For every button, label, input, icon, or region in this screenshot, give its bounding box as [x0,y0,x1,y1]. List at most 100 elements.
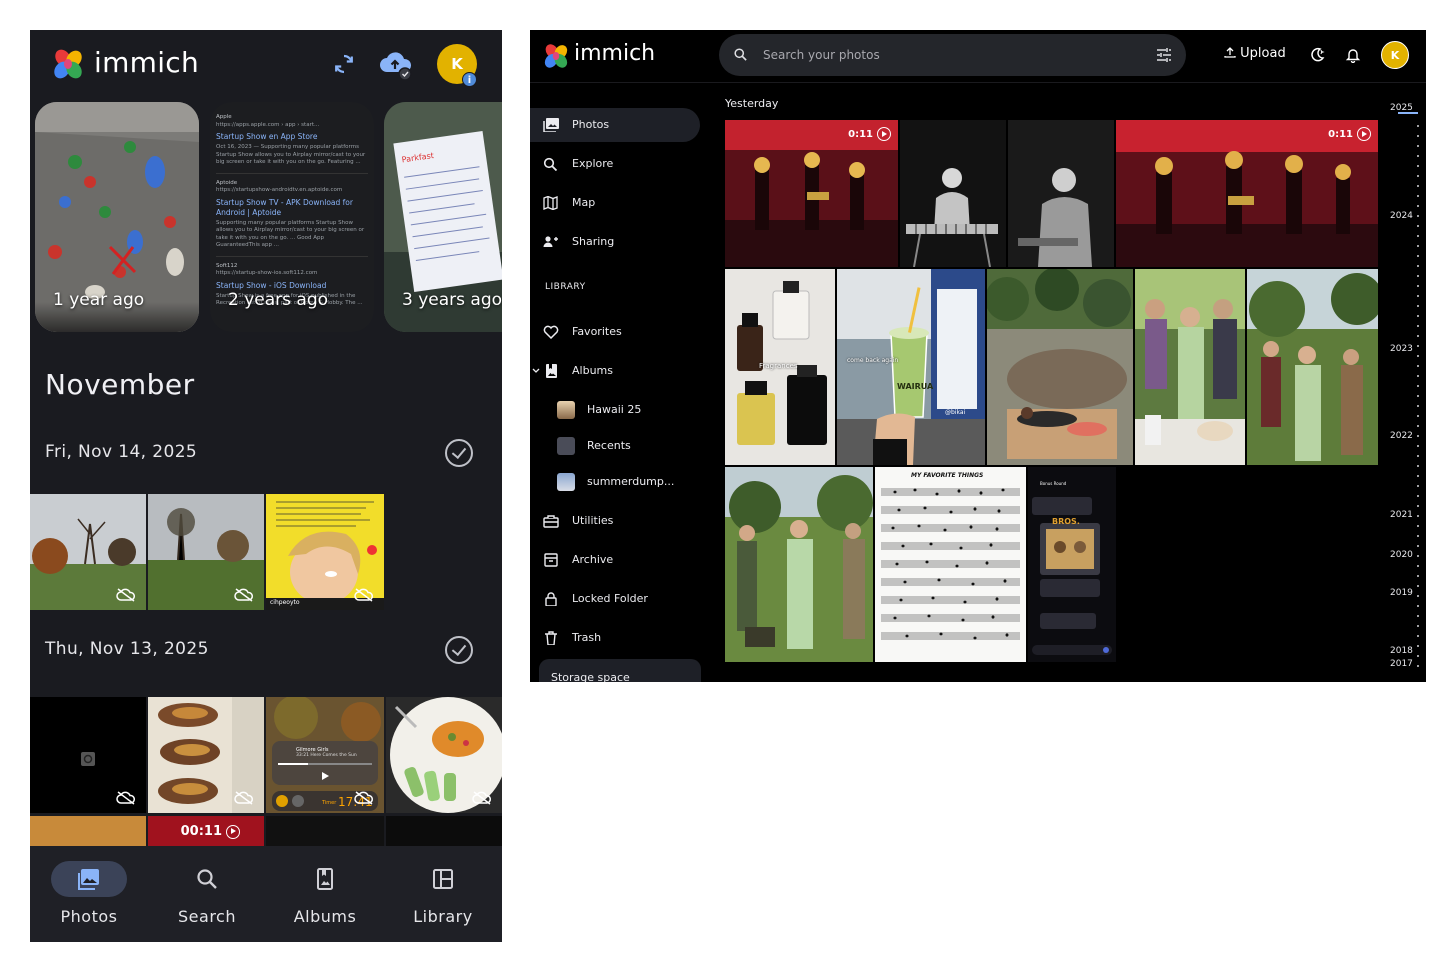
map-icon [543,196,558,210]
nav-library[interactable]: Library [384,846,502,942]
timeline-month-dot [1417,295,1419,297]
sidebar-item-photos[interactable]: Photos [530,108,700,142]
desktop-app-window: immich Upload K Photos Explore Map Shari… [530,30,1426,682]
memory-card-1-year[interactable]: 1 year ago [35,102,199,332]
photo-thumbnail[interactable] [900,120,1006,267]
immich-logo-icon [54,49,82,79]
timeline-year[interactable]: 2019 [1390,588,1413,598]
photo-thumbnail[interactable] [1247,269,1378,465]
timeline-month-dot [1417,455,1419,457]
photo-thumbnail[interactable] [725,467,873,662]
photo-thumbnail[interactable]: Gilmore Girls 33:21 Here Comes the Sun T… [266,697,384,813]
sidebar-item-utilities[interactable]: Utilities [530,504,700,538]
timeline-month-dot [1417,525,1419,527]
photo-thumbnail[interactable] [386,816,502,846]
nav-photos[interactable]: Photos [30,846,148,942]
photo-thumbnail[interactable]: cihpeoyto [266,494,384,610]
photo-thumbnail[interactable] [386,697,502,813]
album-thumbnail [557,401,575,419]
sidebar-label: Trash [572,631,602,644]
sidebar-item-albums[interactable]: Albums [530,354,700,388]
timeline-month-dot [1417,155,1419,157]
timeline-year[interactable]: 2017 [1390,659,1413,669]
timeline-month-dot [1417,165,1419,167]
sidebar-item-explore[interactable]: Explore [530,147,700,181]
timeline-month-dot [1417,655,1419,657]
chevron-down-icon[interactable] [532,367,540,375]
info-badge-icon: i [462,72,477,87]
photo-thumbnail[interactable] [1008,120,1114,267]
sidebar-item-sharing[interactable]: Sharing [530,225,700,259]
timeline-year[interactable]: 2023 [1390,344,1413,354]
sidebar-item-favorites[interactable]: Favorites [530,315,700,349]
theme-toggle-icon[interactable] [1309,47,1325,63]
photo-thumbnail[interactable] [987,269,1133,465]
user-avatar[interactable]: K [1381,41,1409,69]
photo-thumbnail[interactable] [148,697,264,813]
upload-icon [1224,47,1236,58]
keyboard-player-bw-image [900,120,1006,267]
photo-thumbnail[interactable] [266,816,384,846]
select-day-check-icon[interactable] [445,439,473,467]
nav-search[interactable]: Search [148,846,266,942]
bell-icon[interactable] [1345,47,1361,63]
timeline-year[interactable]: 2021 [1390,510,1413,520]
nav-label: Search [178,907,236,926]
sidebar-label: Favorites [572,325,622,338]
select-day-check-icon[interactable] [445,636,473,664]
timeline-year[interactable]: 2024 [1390,211,1413,221]
sidebar-album-hawaii[interactable]: Hawaii 25 [530,393,700,427]
sheet-music-title: MY FAVORITE THINGS [911,472,984,479]
memory-card-2-years[interactable]: Apple https://apps.apple.com › app › sta… [210,102,374,332]
timeline-month-dot [1417,635,1419,637]
video-thumbnail[interactable]: 0:11 [1116,120,1378,267]
photo-thumbnail[interactable]: Fragrances [725,269,835,465]
timeline-month-dot [1417,485,1419,487]
timeline-month-dot [1417,545,1419,547]
sidebar-item-locked-folder[interactable]: Locked Folder [530,582,700,616]
timeline-month-dot [1417,275,1419,277]
timeline-month-dot [1417,645,1419,647]
timeline-month-dot [1417,345,1419,347]
timeline-month-dot [1417,315,1419,317]
sidebar-album-recents[interactable]: Recents [530,429,700,463]
cloud-upload-check-icon[interactable] [378,48,414,80]
sidebar-album-summerdump[interactable]: summerdump... [530,465,700,499]
search-bar[interactable] [719,34,1186,76]
sidebar-item-archive[interactable]: Archive [530,543,700,577]
memory-label: 3 years ago [402,290,502,310]
photo-thumbnail[interactable]: Bonus Round BROS. [1028,467,1116,662]
nav-albums[interactable]: Albums [266,846,384,942]
sync-icon[interactable] [332,52,356,76]
sidebar-label: Sharing [572,235,615,248]
video-thumbnail[interactable]: 0:11 [725,120,898,267]
photo-thumbnail[interactable] [30,816,146,846]
photo-thumbnail[interactable] [148,494,264,610]
timeline-month-dot [1417,215,1419,217]
search-filter-icon[interactable] [1156,47,1172,63]
chat-screenshot-image [1028,467,1116,662]
day-heading: Fri, Nov 14, 2025 [45,442,198,462]
photo-thumbnail[interactable] [30,697,146,813]
friends-outdoors-image [1247,269,1378,465]
photo-thumbnail[interactable] [30,494,146,610]
memory-card-3-years[interactable]: Parkfast 3 years ago [384,102,502,332]
timeline-month-dot [1417,245,1419,247]
archive-icon [544,553,558,567]
music-subtitle: 33:21 Here Comes the Sun [296,753,357,758]
video-thumbnail[interactable]: 00:11 [148,816,264,846]
photo-thumbnail[interactable]: MY FAVORITE THINGS [875,467,1026,662]
timeline-year[interactable]: 2020 [1390,550,1413,560]
photo-thumbnail[interactable]: come back again WAIRUA @bikai [837,269,985,465]
storage-space-panel[interactable]: Storage space [539,659,701,682]
upload-button[interactable]: Upload [1224,46,1286,61]
timeline-year[interactable]: 2018 [1390,646,1413,656]
timeline-year[interactable]: 2022 [1390,431,1413,441]
immich-logo-icon[interactable] [543,43,569,69]
photo-thumbnail[interactable] [1135,269,1245,465]
sidebar-item-trash[interactable]: Trash [530,621,700,655]
sidebar-item-map[interactable]: Map [530,186,700,220]
timeline-month-dot [1417,625,1419,627]
timeline-month-dot [1417,175,1419,177]
search-input[interactable] [763,46,1143,64]
